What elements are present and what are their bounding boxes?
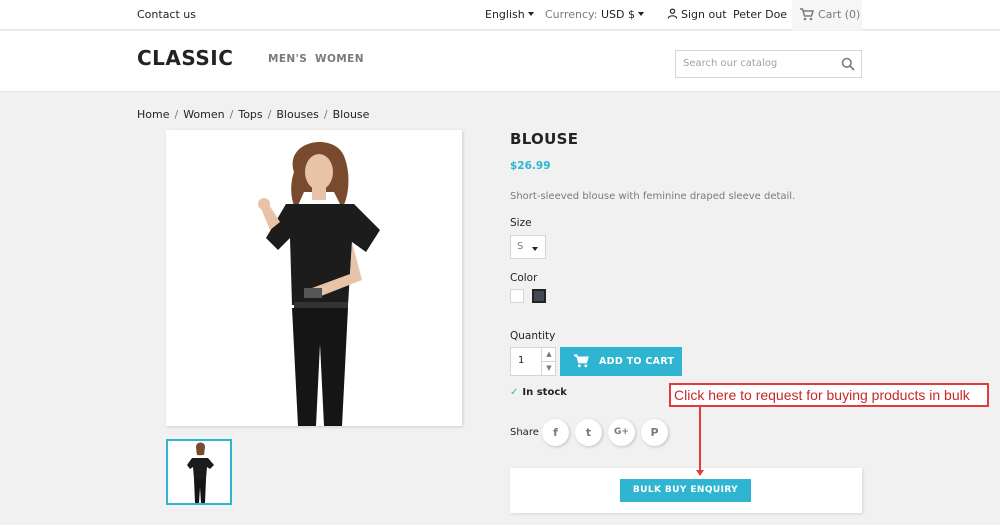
annotation-arrow-head-icon: [696, 470, 704, 476]
user-name[interactable]: Peter Doe: [733, 8, 787, 21]
product-photo: [258, 142, 380, 426]
sign-out-label: Sign out: [681, 8, 727, 21]
share-label: Share: [510, 427, 539, 438]
annotation-callout: Click here to request for buying product…: [669, 383, 989, 407]
cart-icon: [574, 354, 589, 368]
color-label: Color: [510, 272, 538, 284]
contact-us-link[interactable]: Contact us: [137, 8, 196, 21]
search-placeholder: Search our catalog: [683, 58, 778, 69]
quantity-label: Quantity: [510, 330, 556, 342]
google-plus-icon[interactable]: G+: [608, 419, 635, 446]
search-input[interactable]: Search our catalog: [675, 50, 862, 78]
pinterest-icon[interactable]: P: [641, 419, 668, 446]
breadcrumb-tops[interactable]: Tops: [238, 108, 262, 121]
chevron-down-icon: [637, 12, 644, 16]
nav-item-women[interactable]: WOMEN: [315, 53, 364, 65]
site-header: CLASSIC MEN'S WOMEN Search our catalog: [0, 31, 1000, 92]
quantity-down-icon[interactable]: ▼: [541, 362, 556, 376]
user-icon: [667, 8, 678, 19]
quantity-up-icon[interactable]: ▲: [541, 348, 556, 362]
color-swatch-white[interactable]: [510, 289, 524, 303]
breadcrumb-women[interactable]: Women: [183, 108, 224, 121]
cart-icon: [800, 8, 814, 21]
annotation-arrow-line: [699, 407, 701, 472]
top-bar: Contact us English Currency: USD $ Sign …: [0, 0, 1000, 30]
cart-button[interactable]: Cart (0): [792, 0, 862, 30]
nav-item-mens[interactable]: MEN'S: [268, 53, 307, 65]
stock-label: In stock: [522, 387, 567, 398]
breadcrumb-home[interactable]: Home: [137, 108, 169, 121]
add-to-cart-button[interactable]: ADD TO CART: [560, 347, 682, 376]
check-icon: ✓: [510, 387, 519, 398]
thumbnail-photo: [187, 442, 214, 503]
chevron-down-icon: [527, 12, 534, 16]
site-logo[interactable]: CLASSIC: [137, 46, 233, 70]
bulk-buy-panel: BULK BUY ENQUIRY: [510, 468, 862, 513]
currency-label: Currency:: [545, 8, 598, 21]
cart-label: Cart (0): [818, 8, 861, 21]
currency-value: USD $: [600, 8, 635, 21]
twitter-icon[interactable]: t: [575, 419, 602, 446]
stock-status: ✓ In stock: [510, 387, 567, 398]
quantity-value[interactable]: 1: [518, 355, 524, 366]
quantity-stepper[interactable]: 1 ▲ ▼: [510, 347, 556, 376]
bulk-buy-enquiry-button[interactable]: BULK BUY ENQUIRY: [620, 479, 751, 502]
product-price: $26.99: [510, 160, 551, 172]
product-main-image[interactable]: [166, 130, 462, 426]
breadcrumb: Home / Women / Tops / Blouses / Blouse: [137, 108, 370, 121]
breadcrumb-blouse: Blouse: [332, 108, 370, 121]
size-select[interactable]: S: [510, 235, 546, 259]
sign-out-link[interactable]: Sign out: [667, 8, 727, 21]
product-description: Short-sleeved blouse with feminine drape…: [510, 191, 796, 202]
color-swatch-black[interactable]: [532, 289, 546, 303]
add-to-cart-label: ADD TO CART: [599, 356, 675, 367]
language-label: English: [485, 8, 525, 21]
currency-selector[interactable]: Currency: USD $: [545, 8, 644, 21]
search-icon[interactable]: [841, 57, 855, 71]
chevron-down-icon: [532, 247, 538, 251]
size-label: Size: [510, 217, 532, 229]
size-value: S: [517, 241, 524, 252]
product-title: BLOUSE: [510, 130, 579, 148]
product-thumbnail[interactable]: [166, 439, 232, 505]
breadcrumb-blouses[interactable]: Blouses: [276, 108, 319, 121]
facebook-icon[interactable]: f: [542, 419, 569, 446]
language-selector[interactable]: English: [485, 8, 534, 21]
